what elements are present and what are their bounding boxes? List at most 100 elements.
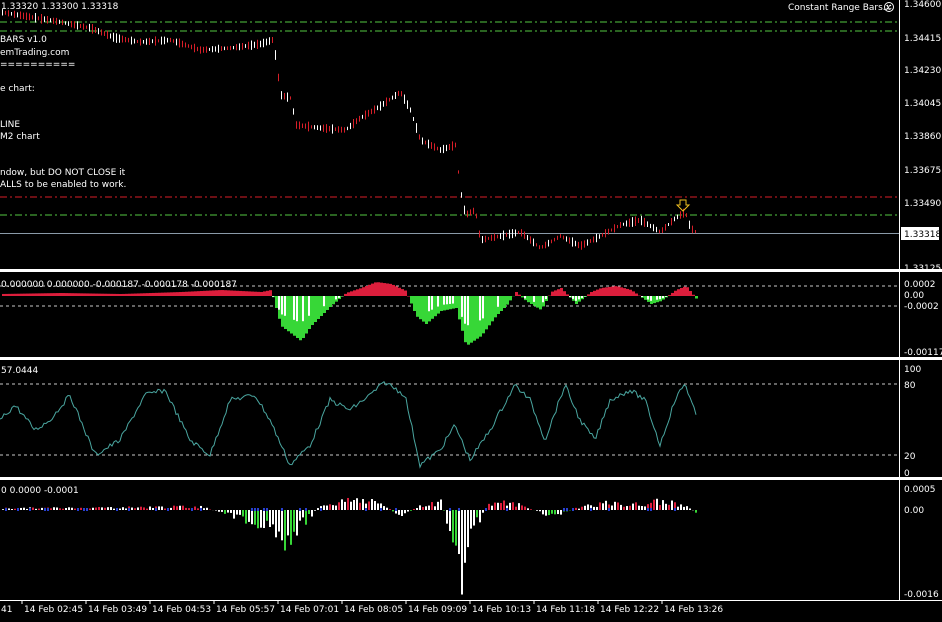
histogram-bar — [272, 510, 274, 525]
price-label: 1.34415 — [904, 34, 941, 44]
histogram-bar — [362, 499, 364, 510]
indicator-title: Constant Range Bars.x — [788, 3, 892, 13]
histogram-bar — [14, 508, 16, 510]
histogram-bar — [689, 291, 692, 296]
histogram-bar — [368, 284, 371, 296]
histogram-bar — [461, 510, 463, 595]
histogram-bar — [281, 296, 283, 315]
histogram-bar — [182, 505, 184, 510]
histogram-bar — [302, 510, 304, 518]
histogram-bar — [647, 508, 649, 511]
histogram-bar — [410, 510, 412, 511]
histogram-bar — [542, 296, 544, 303]
histogram-bar — [65, 508, 67, 510]
chart-canvas[interactable]: 1.33320 1.33300 1.33318 Constant Range B… — [0, 0, 942, 622]
time-label: 14 Feb 10:13 — [472, 605, 531, 615]
main-price-axis: 1.34600 1.34415 1.34230 1.34045 1.33860 … — [901, 0, 941, 274]
histogram-bar — [71, 507, 73, 510]
histogram-bar — [251, 508, 253, 511]
histogram-bar — [611, 505, 613, 510]
histogram-bar — [200, 508, 202, 511]
histogram-bar — [17, 508, 19, 511]
ind3-label: -0.0016 — [904, 590, 939, 600]
histogram-bar — [374, 501, 376, 510]
histogram-bar — [263, 510, 265, 529]
histogram-bar — [203, 290, 206, 296]
histogram-bar — [458, 508, 460, 511]
price-label: 1.33675 — [904, 166, 941, 176]
histogram-bar — [38, 293, 41, 296]
histogram-bar — [137, 293, 140, 296]
histogram-bar — [596, 506, 598, 510]
price-label: 1.33490 — [904, 199, 941, 209]
histogram-bar — [656, 498, 658, 510]
histogram-bar — [203, 508, 205, 510]
histogram-bar — [335, 296, 337, 300]
histogram-bar — [272, 296, 274, 297]
histogram-bar — [101, 507, 103, 510]
histogram-bar — [92, 293, 95, 296]
histogram-bar — [59, 508, 61, 510]
histogram-bar — [578, 508, 580, 510]
trading-chart-window[interactable]: 1.33320 1.33300 1.33318 Constant Range B… — [0, 0, 942, 622]
price-label: 1.33860 — [904, 132, 941, 142]
histogram-bar — [77, 293, 80, 296]
histogram-bar — [392, 284, 395, 296]
histogram-bar — [395, 508, 397, 511]
histogram-bar — [53, 293, 56, 296]
histogram-bar — [686, 506, 688, 510]
histogram-bar — [116, 508, 118, 511]
histogram-bar — [314, 296, 317, 322]
histogram-bar — [185, 291, 188, 296]
histogram-bar — [632, 291, 635, 296]
histogram-bar — [65, 293, 68, 296]
histogram-bar — [410, 296, 413, 304]
histogram-bar — [455, 296, 458, 308]
histogram-bar — [404, 510, 406, 514]
histogram-bar — [455, 510, 457, 546]
histogram-bar — [86, 508, 88, 511]
histogram-bar — [635, 502, 637, 510]
histogram-bar — [221, 510, 223, 512]
histogram-bar — [215, 290, 218, 296]
histogram-bar — [254, 510, 256, 525]
histogram-bar — [557, 510, 559, 515]
histogram-bar — [605, 287, 608, 296]
histogram-bar — [617, 502, 619, 510]
histogram-bar — [164, 292, 167, 296]
histogram-bar — [158, 506, 160, 510]
histogram-bar — [11, 508, 13, 510]
histogram-bar — [293, 510, 295, 532]
histogram-bar — [323, 296, 325, 307]
histogram-bar — [668, 295, 671, 296]
histogram-bar — [467, 510, 469, 548]
ind2-label: 100 — [904, 365, 921, 375]
histogram-bar — [113, 293, 116, 296]
histogram-bar — [119, 508, 121, 510]
histogram-bar — [404, 290, 407, 296]
ind2-label: 80 — [904, 381, 916, 391]
histogram-bar — [212, 290, 215, 296]
histogram-bar — [623, 288, 626, 296]
histogram-bar — [173, 292, 176, 296]
histogram-bar — [104, 293, 107, 296]
time-axis: 41 14 Feb 02:45 14 Feb 03:49 14 Feb 04:5… — [1, 600, 723, 615]
histogram-bar — [344, 501, 346, 510]
histogram-bar — [23, 507, 25, 510]
histogram-bar — [143, 293, 146, 296]
histogram-bar — [644, 506, 646, 510]
histogram-bar — [101, 293, 104, 296]
histogram-bar — [482, 510, 484, 513]
histogram-bar — [353, 500, 355, 510]
histogram-bar — [641, 506, 643, 510]
histogram-bar — [446, 296, 448, 305]
histogram-bar — [344, 293, 347, 296]
histogram-bar — [71, 293, 74, 296]
histogram-bar — [479, 296, 481, 321]
histogram-bar — [56, 293, 59, 296]
histogram-bar — [134, 508, 136, 510]
histogram-bar — [269, 510, 271, 527]
histogram-bar — [137, 507, 139, 510]
histogram-bar — [392, 510, 394, 512]
histogram-bar — [167, 508, 169, 511]
